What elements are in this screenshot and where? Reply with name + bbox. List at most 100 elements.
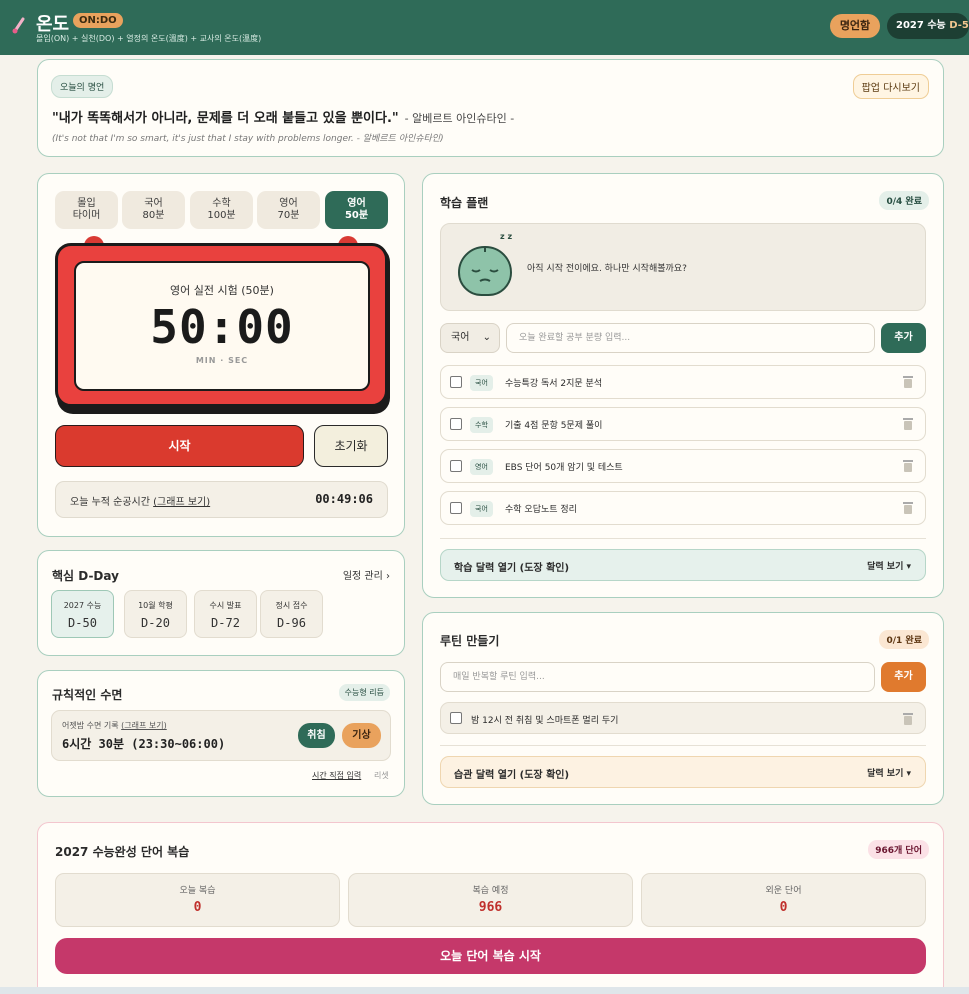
routine-item: 밤 12시 전 취침 및 스마트폰 멀리 두기 bbox=[440, 702, 926, 734]
routine-add-button[interactable]: 추가 bbox=[881, 662, 926, 692]
plan-input[interactable]: 오늘 완료할 공부 분량 입력... bbox=[506, 323, 875, 353]
alarm-clock: 영어 실전 시험 (50분) 50:00 MIN · SEC bbox=[55, 243, 388, 407]
sleep-prev-label: 어젯밤 수면 기록 (그래프 보기) bbox=[62, 720, 167, 731]
app-subtitle: 몰입(ON) + 실천(DO) + 열정의 온도(溫度) + 교사의 온도(溫度… bbox=[36, 34, 262, 43]
trash-icon[interactable] bbox=[903, 502, 913, 514]
tab-english-50[interactable]: 영어 50분 bbox=[325, 191, 388, 229]
tab-line1: 수학 bbox=[212, 198, 231, 209]
trash-icon[interactable] bbox=[903, 418, 913, 430]
dday-item[interactable]: 2027 수능 D-50 bbox=[51, 590, 114, 638]
plan-checkbox[interactable] bbox=[450, 376, 462, 388]
dday-name: 수시 발표 bbox=[209, 601, 242, 610]
dday-item[interactable]: 10월 학평 D-20 bbox=[124, 590, 187, 638]
tab-korean[interactable]: 국어 80분 bbox=[122, 191, 185, 229]
plan-checkbox[interactable] bbox=[450, 502, 462, 514]
cumulative-graph-link[interactable]: (그래프 보기) bbox=[153, 497, 210, 508]
popup-reopen-button[interactable]: 팝업 다시보기 bbox=[852, 74, 929, 99]
study-calendar-toggle[interactable]: 학습 달력 열기 (도장 확인) 달력 보기 ▾ bbox=[440, 549, 926, 581]
vocab-review-card: 2027 수능완성 단어 복습 966개 단어 오늘 복습 0 복습 예정 96… bbox=[37, 822, 944, 994]
sleeping-zz: z z bbox=[500, 232, 513, 241]
routine-checkbox[interactable] bbox=[450, 712, 462, 724]
empty-state: z z 아직 시작 전이에요. 하나만 시작해볼까요? bbox=[440, 223, 926, 311]
tab-line1: 몰입 bbox=[77, 198, 96, 209]
quote-text: "내가 똑똑해서가 아니라, 문제를 더 오래 붙들고 있을 뿐이다." - 알베… bbox=[52, 107, 514, 126]
subject-tag: 국어 bbox=[470, 375, 493, 391]
trash-icon[interactable] bbox=[903, 376, 913, 388]
stat-value: 966 bbox=[478, 900, 503, 915]
stat-today-review: 오늘 복습 0 bbox=[55, 873, 340, 927]
header-dday-label: 2027 수능 bbox=[896, 20, 946, 31]
tab-line2: 80분 bbox=[142, 210, 165, 221]
tab-math[interactable]: 수학 100분 bbox=[190, 191, 253, 229]
plan-item-text: EBS 단어 50개 암기 및 테스트 bbox=[505, 463, 623, 473]
sleep-button[interactable]: 취침 bbox=[298, 723, 335, 748]
dday-value: D-20 bbox=[141, 616, 170, 630]
plan-item-text: 수학 오답노트 정리 bbox=[505, 505, 577, 515]
routine-item-text: 밤 12시 전 취침 및 스마트폰 멀리 두기 bbox=[471, 716, 619, 726]
plan-checkbox[interactable] bbox=[450, 460, 462, 472]
stat-value: 0 bbox=[193, 900, 202, 915]
tab-focus-timer[interactable]: 몰입 타이머 bbox=[55, 191, 118, 229]
plan-checkbox[interactable] bbox=[450, 418, 462, 430]
stat-memorized: 외운 단어 0 bbox=[641, 873, 926, 927]
trash-icon[interactable] bbox=[903, 713, 913, 725]
plan-item: 수학 기출 4점 문항 5문제 풀이 bbox=[440, 407, 926, 441]
schedule-manage-link[interactable]: 일정 관리 › bbox=[343, 567, 390, 582]
subject-tag: 영어 bbox=[470, 459, 493, 475]
plan-item: 국어 수능특강 독서 2지문 분석 bbox=[440, 365, 926, 399]
start-vocab-review-button[interactable]: 오늘 단어 복습 시작 bbox=[55, 938, 926, 974]
vocab-count-badge: 966개 단어 bbox=[868, 840, 929, 859]
quote-box-button[interactable]: 명언함 bbox=[830, 14, 880, 38]
vocab-title: 2027 수능완성 단어 복습 bbox=[55, 845, 190, 859]
sleep-graph-link[interactable]: (그래프 보기) bbox=[121, 721, 167, 730]
plan-item-text: 수능특강 독서 2지문 분석 bbox=[505, 379, 603, 389]
header-dday-pill[interactable]: 2027 수능 D-50 bbox=[887, 13, 969, 39]
plan-title: 학습 플랜 bbox=[440, 196, 489, 210]
stat-label: 오늘 복습 bbox=[179, 886, 216, 896]
sleep-reset-link[interactable]: 리셋 bbox=[374, 770, 389, 781]
divider bbox=[440, 745, 926, 746]
divider bbox=[440, 538, 926, 539]
tab-line2: 50분 bbox=[344, 210, 369, 221]
start-button[interactable]: 시작 bbox=[55, 425, 304, 467]
cumulative-text: 오늘 누적 순공시간 bbox=[70, 497, 150, 508]
wake-button[interactable]: 기상 bbox=[342, 723, 381, 748]
chevron-down-icon: ⌄ bbox=[482, 332, 491, 343]
dday-title: 핵심 D-Day bbox=[52, 569, 119, 583]
tab-line2: 70분 bbox=[277, 210, 300, 221]
trash-icon[interactable] bbox=[903, 460, 913, 472]
cumulative-study-time: 오늘 누적 순공시간 (그래프 보기) 00:49:06 bbox=[55, 481, 388, 518]
dday-item[interactable]: 수시 발표 D-72 bbox=[194, 590, 257, 638]
cumulative-time: 00:49:06 bbox=[315, 492, 373, 506]
tab-line1: 국어 bbox=[144, 198, 163, 209]
dday-item[interactable]: 정시 접수 D-96 bbox=[260, 590, 323, 638]
routine-count-badge: 0/1 완료 bbox=[879, 630, 929, 649]
dday-name: 정시 접수 bbox=[275, 601, 308, 610]
routine-title: 루틴 만들기 bbox=[440, 634, 500, 648]
calendar-view-button[interactable]: 달력 보기 ▾ bbox=[867, 559, 911, 572]
clock-time: 50:00 bbox=[150, 300, 294, 354]
subject-select[interactable]: 국어 ⌄ bbox=[440, 323, 500, 353]
app-badge: ON:DO bbox=[73, 13, 123, 28]
plan-item: 국어 수학 오답노트 정리 bbox=[440, 491, 926, 525]
manual-time-link[interactable]: 시간 직접 입력 bbox=[312, 770, 361, 781]
sleep-prev-text: 어젯밤 수면 기록 bbox=[62, 721, 119, 730]
plan-add-button[interactable]: 추가 bbox=[881, 323, 926, 353]
reset-button[interactable]: 초기화 bbox=[314, 425, 388, 467]
subject-tag: 국어 bbox=[470, 501, 493, 517]
quote-body: "내가 똑똑해서가 아니라, 문제를 더 오래 붙들고 있을 뿐이다." bbox=[52, 111, 399, 126]
calendar-view-button[interactable]: 달력 보기 ▾ bbox=[867, 766, 911, 779]
bottom-scroll-strip bbox=[0, 987, 969, 994]
habit-calendar-toggle[interactable]: 습관 달력 열기 (도장 확인) 달력 보기 ▾ bbox=[440, 756, 926, 788]
dday-value: D-50 bbox=[68, 616, 97, 630]
calendar-label: 학습 달력 열기 (도장 확인) bbox=[454, 563, 570, 574]
empty-message: 아직 시작 전이에요. 하나만 시작해볼까요? bbox=[527, 264, 687, 274]
tab-english-70[interactable]: 영어 70분 bbox=[257, 191, 320, 229]
stat-value: 0 bbox=[779, 900, 788, 915]
routine-input[interactable]: 매일 반복할 루틴 입력... bbox=[440, 662, 875, 692]
timer-card: 몰입 타이머 국어 80분 수학 100분 영어 70분 영어 50분 영어 실전 시험 … bbox=[37, 173, 405, 537]
dday-card: 핵심 D-Day 일정 관리 › 2027 수능 D-50 10월 학평 D-2… bbox=[37, 550, 405, 656]
stat-label: 복습 예정 bbox=[472, 886, 509, 896]
dday-value: D-72 bbox=[211, 616, 240, 630]
clock-face: 영어 실전 시험 (50분) 50:00 MIN · SEC bbox=[74, 261, 370, 391]
